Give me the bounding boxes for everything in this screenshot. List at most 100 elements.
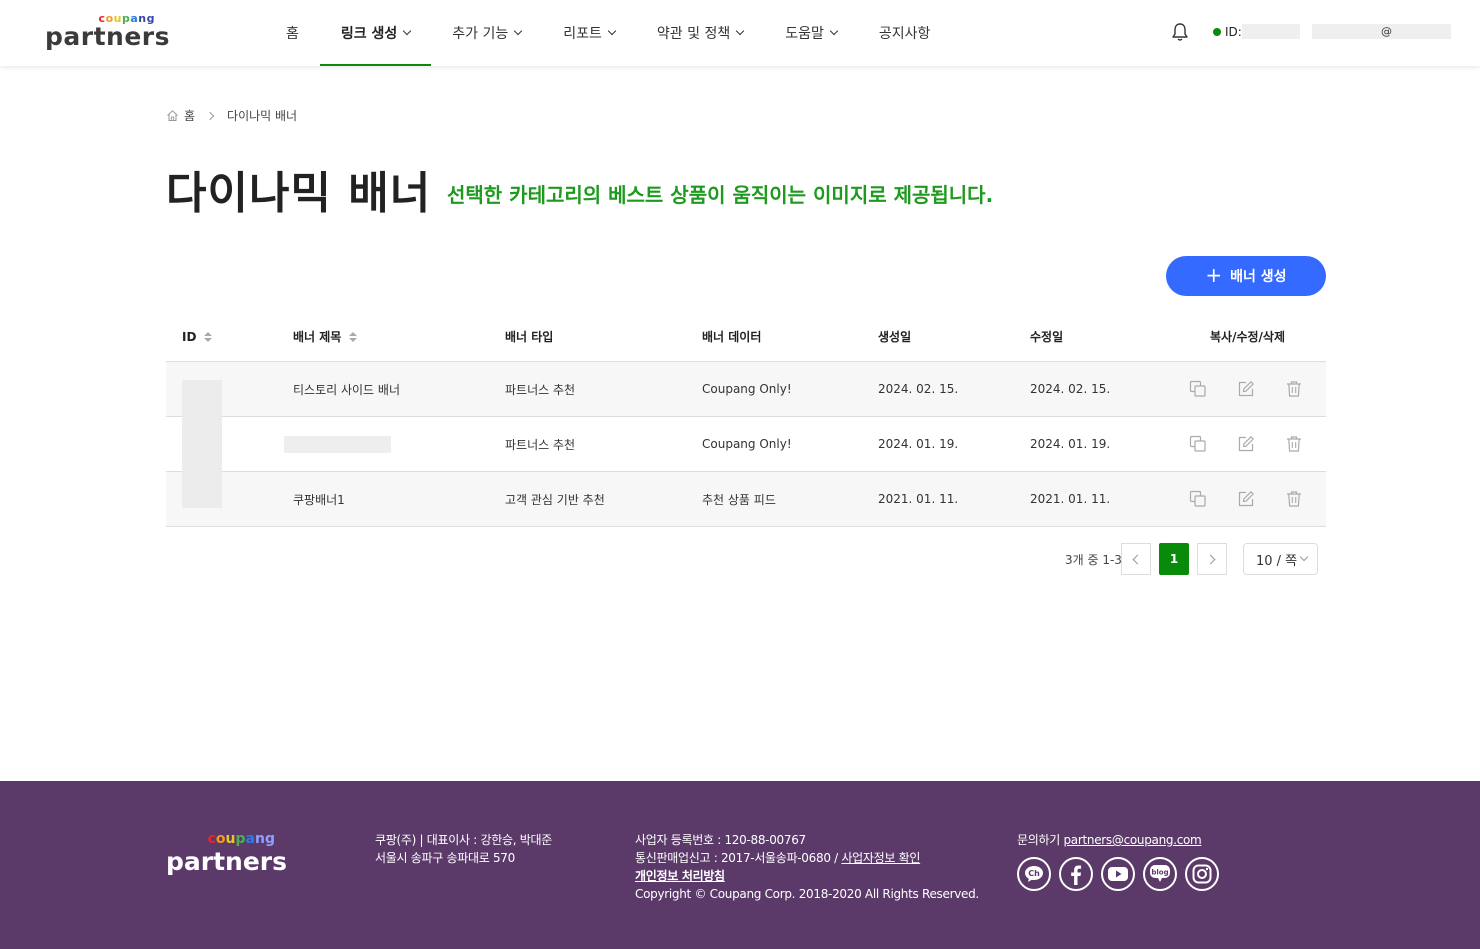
- home-icon[interactable]: [166, 109, 179, 122]
- privacy-line: 개인정보 처리방침: [635, 867, 979, 885]
- logo-partners-text: partners: [45, 22, 171, 51]
- nav-report-label: 리포트: [563, 26, 602, 42]
- banner-title-cell[interactable]: [284, 417, 391, 471]
- blog-icon[interactable]: blog: [1143, 857, 1177, 891]
- col-id-header[interactable]: ID: [182, 312, 213, 361]
- banner-title[interactable]: 쿠팡배너1: [293, 491, 345, 508]
- chevron-down-icon: [607, 26, 617, 36]
- modified-date-cell: 2021. 01. 11.: [1030, 472, 1110, 526]
- chevron-down-icon: [403, 26, 412, 36]
- col-modified-label: 수정일: [1030, 330, 1064, 344]
- banner-title-redacted[interactable]: [284, 435, 391, 453]
- banner-data: 추천 상품 피드: [702, 492, 776, 507]
- created-date: 2021. 01. 11.: [878, 492, 959, 506]
- company-info: 쿠팡(주) | 대표이사 : 강한승, 박대준 서울시 송파구 송파대로 570: [375, 831, 552, 867]
- banner-data: Coupang Only!: [702, 382, 792, 396]
- col-created-label: 생성일: [878, 330, 912, 344]
- col-actions-header: 복사/수정/삭제: [1210, 312, 1285, 361]
- chevron-down-icon: [735, 26, 745, 36]
- nav-link-create[interactable]: 링크 생성: [319, 0, 432, 66]
- trash-icon[interactable]: [1285, 490, 1303, 508]
- nav-home[interactable]: 홈: [265, 0, 320, 66]
- bell-icon[interactable]: [1171, 22, 1189, 42]
- user-email-at: @: [1381, 25, 1392, 38]
- page-size-value: 10 / 쪽: [1256, 553, 1298, 569]
- col-data-header: 배너 데이터: [702, 312, 761, 361]
- nav-terms-policy-label: 약관 및 정책: [656, 26, 731, 42]
- banner-type-cell: 파트너스 추천: [505, 417, 575, 471]
- main-nav: 홈 링크 생성 추가 기능 리포트 약관 및 정책 도움말 공지사항: [265, 0, 951, 66]
- col-id-label: ID: [182, 329, 197, 344]
- company-address: 서울시 송파구 송파대로 570: [375, 851, 515, 865]
- banner-title-cell[interactable]: 쿠팡배너1: [293, 472, 345, 526]
- created-date: 2024. 01. 19.: [878, 437, 959, 451]
- banner-id-redacted: [182, 380, 222, 508]
- row-actions: [1189, 417, 1303, 471]
- coupang-partners-logo[interactable]: coupang partners: [45, 12, 170, 52]
- created-date: 2024. 02. 15.: [878, 382, 959, 396]
- modified-date-cell: 2024. 01. 19.: [1030, 417, 1110, 471]
- nav-notice[interactable]: 공지사항: [858, 0, 952, 66]
- table-row[interactable]: 파트너스 추천 Coupang Only! 2024. 01. 19. 2024…: [166, 417, 1326, 472]
- create-banner-button[interactable]: + 배너 생성: [1166, 256, 1326, 296]
- banner-data-cell: Coupang Only!: [702, 417, 792, 471]
- next-page-button[interactable]: [1197, 543, 1227, 575]
- modified-date: 2021. 01. 11.: [1030, 492, 1111, 506]
- col-type-label: 배너 타입: [505, 330, 554, 344]
- kakao-channel-icon[interactable]: Ch: [1017, 857, 1051, 891]
- edit-icon[interactable]: [1237, 380, 1255, 398]
- contact-email-link[interactable]: partners@coupang.com: [1063, 833, 1201, 847]
- page-1-button[interactable]: 1: [1159, 543, 1189, 575]
- nav-help[interactable]: 도움말: [764, 0, 858, 66]
- business-info: 사업자 등록번호 : 120-88-00767 통신판매업신고 : 2017-서…: [635, 831, 979, 903]
- breadcrumb-home[interactable]: 홈: [184, 107, 195, 124]
- chevron-down-icon: [829, 26, 839, 36]
- trash-icon[interactable]: [1285, 435, 1303, 453]
- edit-icon[interactable]: [1237, 490, 1255, 508]
- prev-page-button[interactable]: [1121, 543, 1151, 575]
- col-title-header[interactable]: 배너 제목: [293, 312, 358, 361]
- user-id-label: ID:: [1225, 25, 1242, 39]
- facebook-icon[interactable]: [1059, 857, 1093, 891]
- banner-type-cell: 파트너스 추천: [505, 362, 575, 416]
- table-row[interactable]: 쿠팡배너1 고객 관심 기반 추천 추천 상품 피드 2021. 01. 11.…: [166, 472, 1326, 527]
- chevron-down-icon: [1299, 552, 1309, 562]
- table-header: ID 배너 제목 배너 타입 배너 데이터 생성일 수정일 복사/수정/삭제: [166, 312, 1326, 362]
- social-links: Ch blog: [1017, 857, 1219, 891]
- banner-type: 파트너스 추천: [505, 437, 576, 452]
- chevron-right-icon: [205, 111, 215, 120]
- sort-icon[interactable]: [204, 331, 213, 342]
- banner-data-cell: Coupang Only!: [702, 362, 792, 416]
- instagram-icon[interactable]: [1185, 857, 1219, 891]
- pagination-info: 3개 중 1-3: [1065, 553, 1122, 567]
- copy-icon[interactable]: [1189, 435, 1207, 453]
- footer-logo-partners-text: partners: [166, 847, 288, 876]
- modified-date: 2024. 01. 19.: [1030, 437, 1111, 451]
- chevron-down-icon: [514, 26, 523, 36]
- col-actions-label: 복사/수정/삭제: [1210, 330, 1286, 344]
- footer: coupang partners 쿠팡(주) | 대표이사 : 강한승, 박대준…: [0, 781, 1480, 949]
- youtube-icon[interactable]: [1101, 857, 1135, 891]
- row-actions: [1189, 472, 1303, 526]
- col-created-header: 생성일: [878, 312, 911, 361]
- privacy-policy-link[interactable]: 개인정보 처리방침: [635, 869, 725, 883]
- user-id-redacted: [1242, 24, 1300, 39]
- sort-icon[interactable]: [349, 331, 358, 342]
- copy-icon[interactable]: [1189, 380, 1207, 398]
- breadcrumb-current: 다이나믹 배너: [227, 109, 298, 123]
- plus-icon: +: [1205, 263, 1223, 287]
- page-size-select[interactable]: 10 / 쪽: [1243, 543, 1318, 575]
- kakao-channel-text: Ch: [1028, 869, 1040, 878]
- footer-logo: coupang partners: [166, 831, 287, 877]
- business-info-link[interactable]: 사업자정보 확인: [841, 851, 920, 865]
- online-status-dot: [1213, 28, 1221, 36]
- banner-title-cell[interactable]: 티스토리 사이드 배너: [293, 362, 400, 416]
- trash-icon[interactable]: [1285, 380, 1303, 398]
- banner-title[interactable]: 티스토리 사이드 배너: [293, 381, 400, 398]
- nav-report[interactable]: 리포트: [542, 0, 636, 66]
- nav-extra-features[interactable]: 추가 기능: [431, 0, 542, 66]
- table-row[interactable]: 티스토리 사이드 배너 파트너스 추천 Coupang Only! 2024. …: [166, 362, 1326, 417]
- nav-terms-policy[interactable]: 약관 및 정책: [636, 0, 764, 66]
- edit-icon[interactable]: [1237, 435, 1255, 453]
- copy-icon[interactable]: [1189, 490, 1207, 508]
